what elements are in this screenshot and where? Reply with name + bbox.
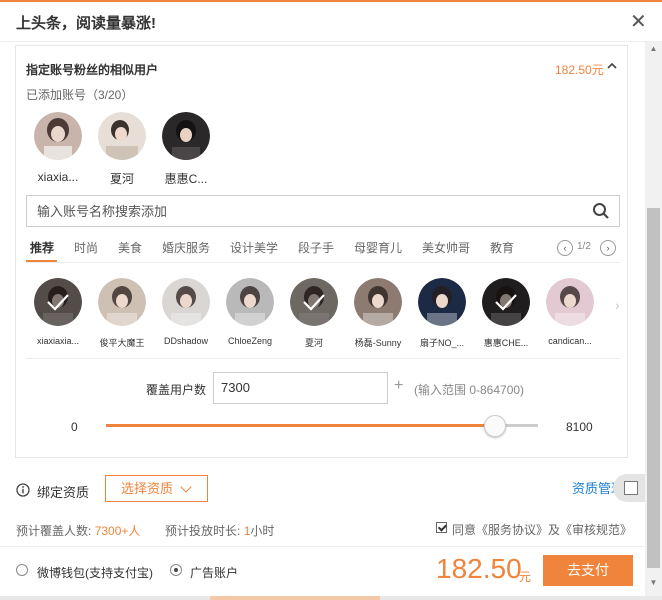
pay-button[interactable]: 去支付 (543, 555, 633, 586)
section-divider (26, 358, 620, 359)
estimate-reach: 预计覆盖人数: 7300+人 (16, 522, 140, 539)
coverage-label: 覆盖用户数 (146, 383, 207, 397)
tab-fashion[interactable]: 时尚 (74, 239, 98, 256)
added-account-name: 夏河 (109, 172, 134, 186)
selected-check-icon (34, 278, 82, 326)
ad-account-label[interactable]: 广告账户 (190, 564, 238, 581)
scroll-down-arrow-icon[interactable]: ▼ (645, 578, 662, 590)
recommended-account-avatar[interactable] (354, 278, 402, 326)
slider-max-label: 8100 (566, 420, 593, 434)
added-accounts-count: 已添加账号（3/20） (26, 88, 134, 102)
bookmark-icon (624, 481, 638, 495)
slider-handle[interactable] (484, 415, 506, 437)
tab-food[interactable]: 美食 (118, 239, 142, 256)
pager-text: 1/2 (577, 241, 591, 252)
recommended-account-name: 扇子NO_... (419, 338, 464, 348)
recommended-account-avatar[interactable] (482, 278, 530, 326)
recommended-account-name: 夏河 (304, 338, 323, 348)
tab-recommend[interactable]: 推荐 (30, 239, 54, 256)
recommended-account-avatar[interactable] (226, 278, 274, 326)
wallet-radio[interactable] (16, 564, 28, 576)
tab-wedding[interactable]: 婚庆服务 (162, 239, 210, 256)
total-unit: 元 (519, 570, 532, 584)
account-search-input[interactable] (27, 196, 587, 226)
recommended-account-avatar[interactable] (290, 278, 338, 326)
reach-label: 预计覆盖人数: (16, 524, 92, 538)
recommended-account-name: candican... (548, 336, 592, 346)
duration-label: 预计投放时长: (165, 524, 241, 538)
recommended-account-name: 惠惠CHE... (483, 338, 529, 348)
close-icon[interactable]: ✕ (630, 12, 647, 32)
reach-value: 7300 (94, 524, 122, 538)
tab-divider (26, 262, 620, 263)
coverage-input[interactable]: 7300 (213, 372, 388, 404)
window-bottom-edge (0, 596, 662, 600)
added-account-avatar[interactable] (98, 112, 146, 160)
wallet-label[interactable]: 微博钱包(支持支付宝) (37, 564, 153, 581)
vertical-scrollbar[interactable]: ▲ ▼ (645, 42, 662, 596)
recommended-account-avatar[interactable] (418, 278, 466, 326)
selected-check-icon (482, 278, 530, 326)
added-account-avatar[interactable] (162, 112, 210, 160)
added-account-name: xiaxia... (37, 170, 79, 184)
estimate-duration: 预计投放时长: 1小时 (165, 522, 274, 539)
total-amount: 182.50 (436, 553, 522, 584)
tab-jokes[interactable]: 段子手 (298, 239, 334, 256)
info-icon (16, 483, 30, 497)
bottom-edge-highlight (210, 596, 380, 600)
search-icon[interactable] (592, 202, 610, 220)
slider-fill (106, 424, 495, 427)
panel-price: 182.50元 (555, 63, 604, 77)
plus-icon: + (394, 377, 404, 394)
collapse-caret-icon[interactable] (606, 60, 618, 75)
floating-tool-button[interactable] (613, 474, 645, 502)
scroll-up-arrow-icon[interactable]: ▲ (645, 44, 662, 56)
panel-title: 指定账号粉丝的相似用户 (26, 63, 159, 77)
targeting-panel: 指定账号粉丝的相似用户 182.50元 已添加账号（3/20） xiaxia..… (15, 45, 628, 458)
dialog-header: 上头条，阅读量暴涨! ✕ (0, 2, 662, 42)
account-search-box (26, 195, 620, 227)
chevron-down-icon (180, 481, 192, 493)
payment-bar: 微博钱包(支持支付宝) 广告账户 182.50 元 去支付 (0, 546, 645, 596)
tab-design[interactable]: 设计美学 (230, 239, 278, 256)
recommended-account-name: 俊平大魔王 (99, 338, 145, 348)
recommended-account-avatar[interactable] (34, 278, 82, 326)
recommended-account-name: DDshadow (163, 336, 209, 346)
tab-beauty[interactable]: 美女帅哥 (422, 239, 470, 256)
added-account-avatar[interactable] (34, 112, 82, 160)
recommended-account-name: 杨磊-Sunny (354, 338, 402, 348)
recommended-account-avatar[interactable] (162, 278, 210, 326)
next-page-icon[interactable]: › (600, 240, 616, 256)
slider-track[interactable] (106, 424, 538, 427)
agreement-text[interactable]: 同意《服务协议》及《审核规范》 (452, 521, 632, 538)
recommended-account-avatar[interactable] (98, 278, 146, 326)
next-recommendations-icon[interactable]: › (615, 297, 620, 313)
slider-min-label: 0 (71, 420, 78, 434)
select-resource-label: 选择资质 (121, 481, 174, 496)
agreement-checkbox[interactable] (436, 522, 447, 533)
duration-unit: 小时 (250, 524, 275, 538)
prev-page-icon[interactable]: ‹ (557, 240, 573, 256)
dialog-title: 上头条，阅读量暴涨! (16, 15, 156, 32)
selected-check-icon (290, 278, 338, 326)
recommended-account-avatar[interactable] (546, 278, 594, 326)
scroll-thumb[interactable] (647, 208, 660, 568)
recommended-account-name: xiaxiaxia... (36, 336, 80, 346)
reach-suffix: +人 (121, 524, 141, 538)
select-resource-button[interactable]: 选择资质 (105, 475, 208, 502)
coverage-range-hint: (输入范围 0-864700) (414, 383, 525, 397)
bind-resource-label: 绑定资质 (37, 485, 90, 500)
added-account-name: 惠惠C... (164, 172, 208, 186)
ad-account-radio[interactable] (170, 564, 182, 576)
tab-parenting[interactable]: 母婴育儿 (354, 239, 402, 256)
tab-education[interactable]: 教育 (490, 239, 514, 256)
recommended-account-name: ChloeZeng (227, 336, 273, 346)
